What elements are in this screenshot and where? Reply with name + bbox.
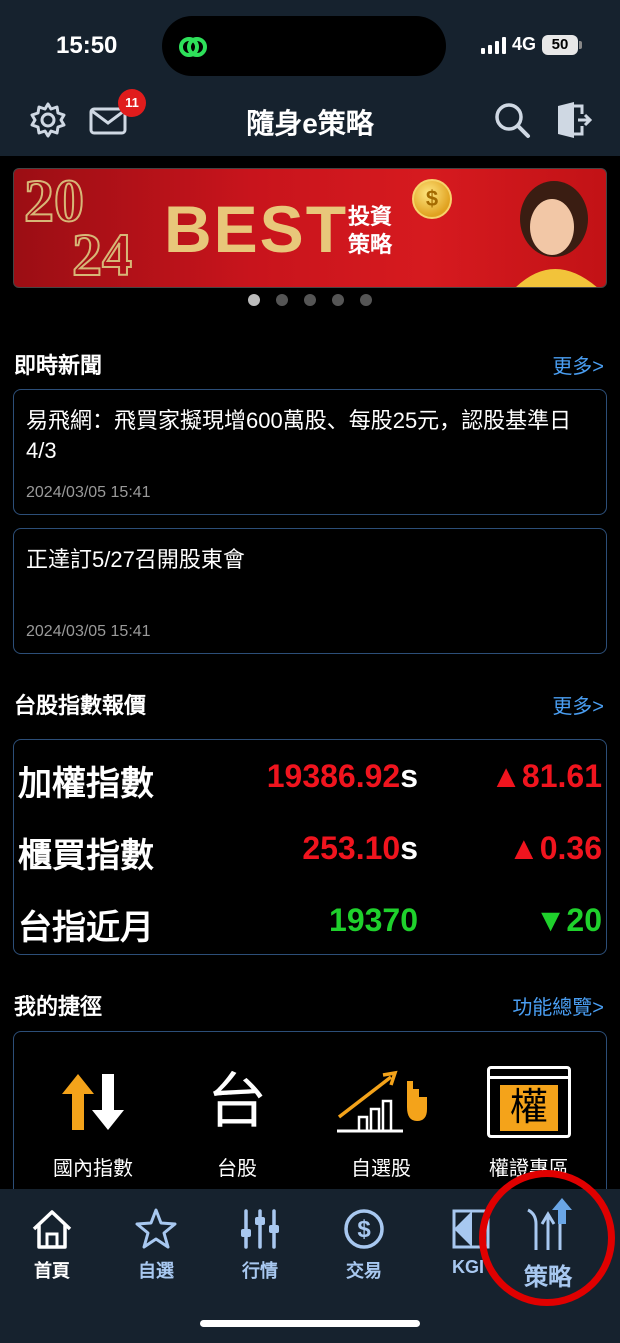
home-icon: [32, 1210, 72, 1249]
dynamic-island: [162, 16, 446, 76]
star-icon: [135, 1208, 177, 1249]
banner-year-top: 20: [23, 168, 85, 234]
banner-headline: BEST: [164, 192, 349, 266]
tab-trade[interactable]: $ 交易: [319, 1205, 409, 1283]
index-value: 253.10s: [302, 830, 418, 866]
index-change: ▲0.36: [508, 830, 602, 866]
battery-icon: 50: [542, 34, 582, 55]
highlight-circle: [479, 1170, 615, 1306]
status-bar: 15:50 4G 50: [0, 0, 620, 92]
pagination-dot[interactable]: [332, 294, 344, 306]
pagination-dot[interactable]: [248, 294, 260, 306]
coin-icon: $: [412, 179, 452, 219]
index-name: 台指近月: [18, 909, 154, 947]
status-time: 15:50: [56, 32, 118, 59]
link-rings-icon: [179, 37, 207, 57]
all-features-link[interactable]: 功能總覽>: [512, 991, 604, 1020]
banner-pagination[interactable]: [248, 294, 372, 306]
index-value: 19386.92s: [266, 758, 418, 794]
growth-chart-icon: [337, 1070, 427, 1133]
pagination-dot[interactable]: [304, 294, 316, 306]
index-change: ▲81.61: [490, 758, 602, 794]
pagination-dot[interactable]: [360, 294, 372, 306]
banner-model-image: [516, 181, 597, 287]
index-row[interactable]: 櫃買指數 253.10s ▲0.36: [18, 824, 606, 875]
tab-quotes[interactable]: 行情: [215, 1205, 305, 1283]
index-name: 櫃買指數: [18, 837, 154, 875]
shortcuts-section-title: 我的捷徑: [14, 994, 103, 1019]
dollar-icon: $: [344, 1209, 384, 1249]
banner-subtitle: 投資 策略: [348, 204, 393, 257]
indices-section-title: 台股指數報價: [14, 693, 147, 718]
index-name: 加權指數: [18, 765, 154, 803]
shortcut-domestic-index[interactable]: 國內指數: [28, 1062, 158, 1181]
sliders-icon: [241, 1209, 279, 1249]
logout-icon[interactable]: [552, 100, 592, 140]
warrant-window-icon: 權: [487, 1066, 571, 1138]
index-value: 19370: [329, 902, 418, 938]
network-type: 4G: [511, 34, 536, 54]
pagination-dot[interactable]: [276, 294, 288, 306]
news-item[interactable]: 易飛網：飛買家擬現增600萬股、每股25元，認股基準日4/3 2024/03/0…: [13, 389, 607, 515]
tab-watchlist[interactable]: 自選: [111, 1205, 201, 1283]
news-item[interactable]: 正達訂5/27召開股東會 2024/03/05 15:41: [13, 528, 607, 654]
search-icon[interactable]: [492, 100, 532, 140]
svg-text:$: $: [357, 1216, 371, 1243]
index-change: ▼20: [534, 902, 602, 938]
news-headline: 易飛網：飛買家擬現增600萬股、每股25元，認股基準日4/3: [26, 408, 572, 463]
indices-more-link[interactable]: 更多>: [552, 690, 604, 719]
news-timestamp: 2024/03/05 15:41: [26, 484, 151, 501]
news-headline: 正達訂5/27召開股東會: [26, 547, 245, 572]
index-row[interactable]: 台指近月 19370 ▼20: [18, 896, 606, 947]
news-more-link[interactable]: 更多>: [552, 350, 604, 379]
tai-character-icon: 台: [207, 1068, 267, 1135]
home-indicator[interactable]: [200, 1320, 420, 1327]
banner-year-bottom: 24: [71, 222, 133, 288]
shortcut-warrant-zone[interactable]: 權 權證專區: [464, 1062, 594, 1181]
status-indicators: 4G 50: [480, 34, 582, 55]
tab-home[interactable]: 首頁: [7, 1205, 97, 1283]
up-down-arrows-icon: [62, 1074, 124, 1130]
app-header: 11 隨身e策略: [0, 89, 620, 156]
signal-icon: [480, 36, 506, 54]
news-timestamp: 2024/03/05 15:41: [26, 623, 151, 640]
shortcut-watchlist[interactable]: 自選股: [316, 1062, 446, 1181]
promo-banner[interactable]: 20 24 BEST 投資 策略 $: [13, 168, 607, 288]
index-quote-card: 加權指數 19386.92s ▲81.61 櫃買指數 253.10s ▲0.36…: [13, 739, 607, 955]
news-section-title: 即時新聞: [14, 353, 103, 378]
shortcut-tw-stock[interactable]: 台 台股: [172, 1062, 302, 1181]
index-row[interactable]: 加權指數 19386.92s ▲81.61: [18, 752, 606, 803]
